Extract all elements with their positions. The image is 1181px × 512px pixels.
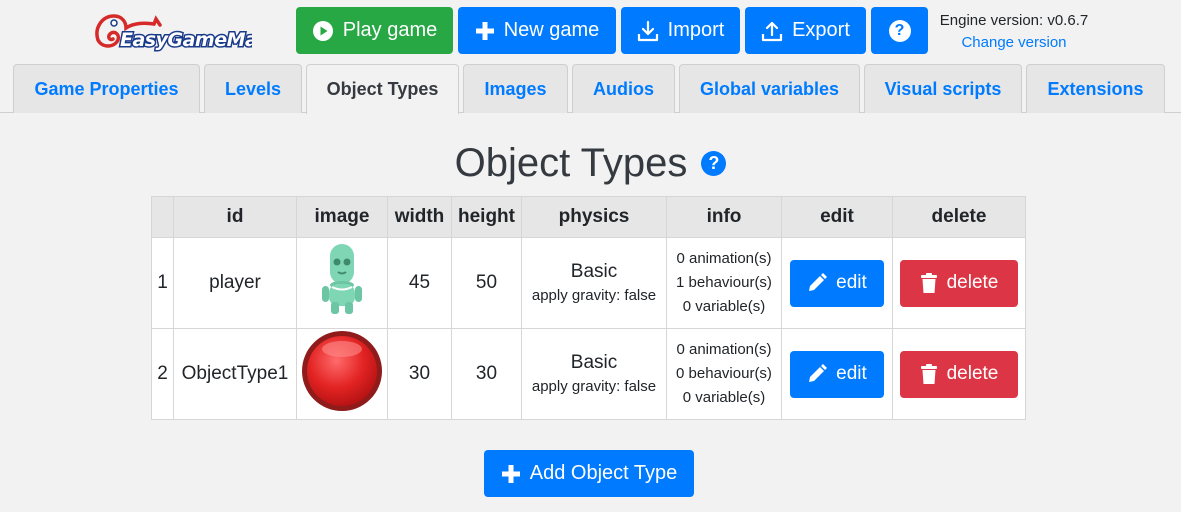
delete-label: delete	[946, 272, 999, 293]
physics-detail: apply gravity: false	[531, 287, 657, 304]
download-icon	[637, 20, 658, 41]
export-label: Export	[792, 19, 850, 41]
page-help-glyph: ?	[708, 153, 720, 173]
table-header-row: id image width height physics info edit …	[151, 196, 1026, 238]
help-button[interactable]: ?	[871, 7, 928, 54]
edit-cell: edit	[781, 237, 893, 329]
object-physics: Basic apply gravity: false	[521, 328, 667, 420]
table-row: 2 ObjectType1 30 30 Basic apply gravity:…	[151, 328, 1026, 420]
object-info: 0 animation(s) 1 behaviour(s) 0 variable…	[666, 237, 782, 329]
upload-icon	[761, 21, 783, 41]
physics-detail: apply gravity: false	[531, 378, 657, 395]
info-variables: 0 variable(s)	[682, 298, 766, 315]
object-id: ObjectType1	[173, 328, 297, 420]
plus-icon	[501, 464, 520, 483]
trash-icon	[920, 273, 937, 293]
tab-images[interactable]: Images	[463, 64, 568, 113]
play-circle-icon	[312, 20, 333, 41]
svg-text:EasyGameMaker: EasyGameMaker	[120, 29, 252, 51]
col-header-edit: edit	[781, 196, 893, 238]
col-header-width: width	[387, 196, 452, 238]
object-width: 30	[387, 328, 452, 420]
add-object-type-label: Add Object Type	[529, 462, 678, 484]
page-title: Object Types	[454, 141, 688, 185]
import-label: Import	[667, 19, 725, 41]
object-height: 30	[451, 328, 522, 420]
engine-version-panel: Engine version: v0.6.7 Change version	[934, 10, 1094, 54]
col-header-index	[151, 196, 174, 238]
col-header-id: id	[173, 196, 297, 238]
edit-label: edit	[836, 363, 867, 384]
plus-icon	[475, 21, 494, 40]
physics-type: Basic	[570, 352, 618, 373]
help-button-glyph: ?	[894, 21, 905, 39]
tab-visual-scripts[interactable]: Visual scripts	[864, 64, 1022, 113]
table-row: 1 player 45 50 Basic apply gravity: fals…	[151, 237, 1026, 329]
delete-button[interactable]: delete	[900, 259, 1018, 307]
add-object-type-button[interactable]: Add Object Type	[484, 450, 694, 497]
tab-audios[interactable]: Audios	[572, 64, 675, 113]
change-version-link[interactable]: Change version	[934, 32, 1094, 54]
import-button[interactable]: Import	[621, 7, 740, 54]
question-circle-icon: ?	[888, 19, 911, 42]
tab-extensions[interactable]: Extensions	[1026, 64, 1165, 113]
col-header-delete: delete	[892, 196, 1026, 238]
tab-levels[interactable]: Levels	[204, 64, 302, 113]
pencil-icon	[809, 273, 828, 291]
play-game-button[interactable]: Play game	[296, 7, 453, 54]
new-game-button[interactable]: New game	[458, 7, 616, 54]
object-info: 0 animation(s) 0 behaviour(s) 0 variable…	[666, 328, 782, 420]
edit-button[interactable]: edit	[790, 350, 884, 398]
info-animations: 0 animation(s)	[676, 341, 772, 358]
delete-button[interactable]: delete	[900, 350, 1018, 398]
info-variables: 0 variable(s)	[682, 389, 766, 406]
row-index: 2	[151, 328, 174, 420]
edit-cell: edit	[781, 328, 893, 420]
export-button[interactable]: Export	[745, 7, 866, 54]
edit-button[interactable]: edit	[790, 259, 884, 307]
new-game-label: New game	[503, 19, 600, 41]
play-game-label: Play game	[342, 19, 438, 41]
delete-cell: delete	[892, 328, 1026, 420]
info-animations: 0 animation(s)	[676, 250, 772, 267]
col-header-image: image	[296, 196, 388, 238]
tab-object-types[interactable]: Object Types	[306, 64, 459, 114]
row-index: 1	[151, 237, 174, 329]
edit-label: edit	[836, 272, 867, 293]
green-alien-sprite	[322, 244, 362, 314]
physics-type: Basic	[570, 261, 618, 282]
col-header-physics: physics	[521, 196, 667, 238]
col-header-info: info	[666, 196, 782, 238]
info-behaviours: 0 behaviour(s)	[676, 365, 772, 382]
object-image-cell	[296, 328, 388, 420]
delete-cell: delete	[892, 237, 1026, 329]
object-id: player	[173, 237, 297, 329]
trash-icon	[920, 364, 937, 384]
col-header-height: height	[451, 196, 522, 238]
object-physics: Basic apply gravity: false	[521, 237, 667, 329]
info-behaviours: 1 behaviour(s)	[676, 274, 772, 291]
tab-global-variables[interactable]: Global variables	[679, 64, 860, 113]
object-image-cell	[296, 237, 388, 329]
object-width: 45	[387, 237, 452, 329]
pencil-icon	[809, 364, 828, 382]
red-ball-sprite	[302, 331, 382, 411]
delete-label: delete	[946, 363, 999, 384]
engine-version-label: Engine version: v0.6.7	[939, 12, 1089, 29]
object-height: 50	[451, 237, 522, 329]
object-types-table: id image width height physics info edit …	[151, 196, 1026, 420]
app-logo: EasyGameMaker	[92, 10, 294, 53]
tab-game-properties[interactable]: Game Properties	[13, 64, 200, 113]
page-heading: Object Types ?	[0, 138, 1181, 188]
question-circle-icon[interactable]: ?	[701, 150, 727, 176]
